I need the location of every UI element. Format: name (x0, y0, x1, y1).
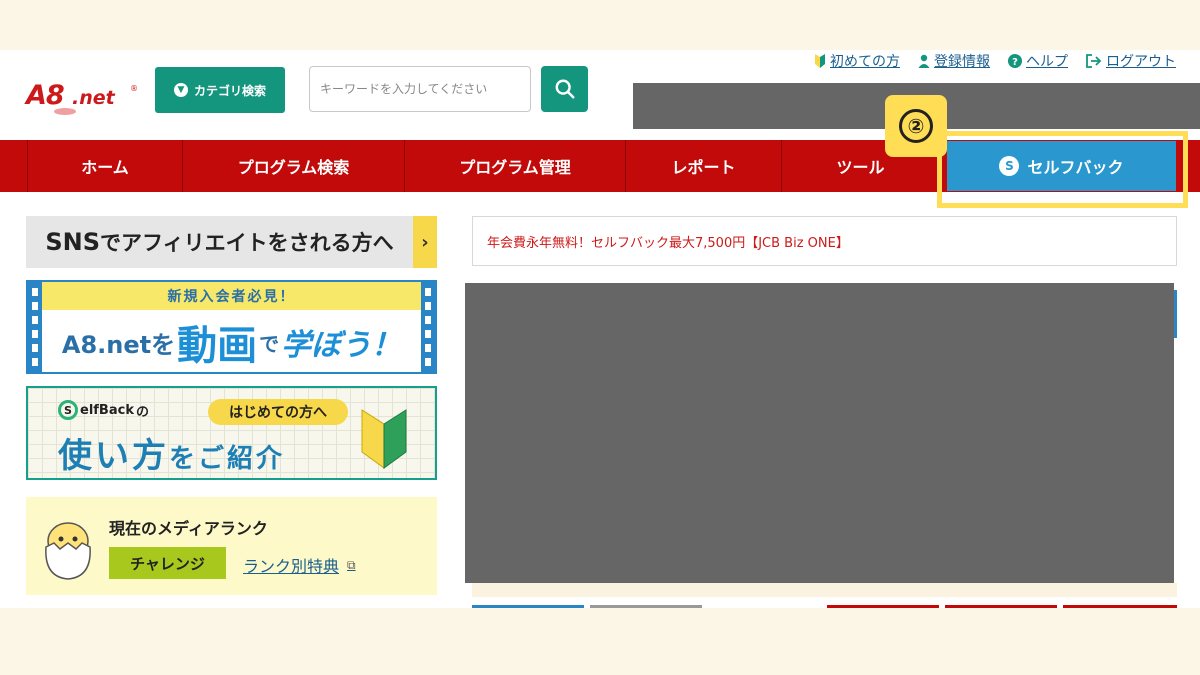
link-logout-label: ログアウト (1106, 54, 1176, 70)
selfback-banner-main: 使い方をご紹介 (58, 428, 285, 477)
video-learning-banner[interactable]: 新規入会者必見！ A8.netを 動画 で 学ぼう！ (26, 280, 437, 374)
link-help[interactable]: ? ヘルプ (1008, 51, 1068, 71)
sns-banner-text: SNSでアフィリエイトをされる方へ (26, 227, 413, 257)
user-icon (918, 54, 930, 68)
selfback-howto-banner[interactable]: S elfBack の はじめての方へ 使い方をご紹介 (26, 386, 437, 480)
nav-program-management-label: プログラム管理 (459, 158, 571, 177)
video-banner-part2: 動画 (177, 323, 258, 369)
video-banner-part4: 学ぼう！ (281, 328, 402, 363)
bottom-tabs (472, 605, 1177, 608)
link-registration-info-label: 登録情報 (934, 54, 990, 70)
selfback-logo-s: S (58, 400, 78, 420)
rank-badge: チャレンジ (109, 547, 226, 579)
media-rank-panel: 現在のメディアランク チャレンジ ランク別特典 ⧉ (26, 497, 437, 595)
logo-text: A8 (26, 80, 65, 111)
video-banner-main: A8.netを 動画 で 学ぼう！ (42, 312, 421, 372)
nav-report[interactable]: レポート (625, 140, 781, 192)
chevron-down-icon: ▼ (173, 83, 188, 97)
nav-tools-label: ツール (836, 158, 885, 177)
rank-title: 現在のメディアランク (109, 519, 268, 538)
page: A8 .net ® ▼ カテゴリ検索 初めての方 登録情報 (0, 50, 1200, 608)
bottom-tab-5[interactable] (1063, 605, 1177, 608)
bottom-tab-4[interactable] (945, 605, 1057, 608)
bottom-tab-2[interactable] (590, 605, 702, 608)
chick-icon (45, 522, 91, 580)
keyword-search-input[interactable] (309, 66, 531, 112)
link-registration-info[interactable]: 登録情報 (918, 51, 990, 71)
rank-benefits-label: ランク別特典 (243, 557, 340, 576)
selfback-banner-main1: 使い方 (58, 436, 169, 476)
nav-home-label: ホーム (81, 158, 129, 177)
nav-home[interactable]: ホーム (27, 140, 182, 192)
external-window-icon: ⧉ (347, 557, 356, 572)
selfback-logo-no: の (135, 404, 149, 420)
selfback-banner-main2: をご紹介 (169, 444, 286, 474)
selfback-beginner-pill: はじめての方へ (208, 399, 348, 425)
sns-banner-label: でアフィリエイトをされる方へ (100, 231, 394, 255)
link-logout[interactable]: ログアウト (1086, 51, 1176, 71)
film-strip-right (421, 282, 435, 372)
selfback-logo: S elfBack の (58, 400, 149, 420)
search-icon (555, 79, 575, 99)
beginner-mark-icon (815, 54, 825, 68)
link-beginners-label: 初めての方 (830, 54, 900, 70)
category-search-button[interactable]: ▼ カテゴリ検索 (155, 67, 285, 113)
video-banner-heading: 新規入会者必見！ (42, 282, 421, 310)
nav-program-management[interactable]: プログラム管理 (404, 140, 625, 192)
nav-report-label: レポート (671, 158, 736, 177)
link-help-label: ヘルプ (1026, 54, 1068, 70)
content-strip (472, 583, 1177, 597)
news-text: 年会費永年無料！セルフバック最大7,500円【JCB Biz ONE】 (487, 235, 849, 251)
link-beginners[interactable]: 初めての方 (814, 51, 900, 71)
step-number: ② (899, 109, 933, 143)
beginner-mark-icon (361, 409, 407, 469)
help-icon: ? (1008, 54, 1022, 68)
nav-selfback[interactable]: S セルフバック (947, 141, 1176, 191)
video-banner-part1: A8.netを (61, 330, 176, 359)
rank-benefits-link[interactable]: ランク別特典 ⧉ (243, 553, 356, 577)
selfback-icon: S (999, 156, 1020, 176)
account-links: 初めての方 登録情報 ? ヘルプ ログアウト (814, 50, 1176, 72)
a8net-logo[interactable]: A8 .net ® (26, 72, 142, 120)
search-button[interactable] (541, 66, 588, 112)
nav-program-search-label: プログラム検索 (237, 158, 350, 177)
video-banner-part3: で (259, 331, 280, 356)
film-strip-left (28, 282, 42, 372)
logo-registered-mark: ® (130, 84, 138, 93)
svg-text:?: ? (1012, 57, 1018, 68)
logo-suffix: .net (72, 87, 115, 109)
step-badge: ② (885, 95, 947, 157)
sns-affiliate-banner[interactable]: SNSでアフィリエイトをされる方へ › (26, 216, 437, 268)
sns-banner-prefix: SNS (45, 228, 101, 256)
bottom-tab-3[interactable] (827, 605, 939, 608)
logo-swoosh (54, 108, 76, 115)
chevron-right-icon: › (413, 216, 437, 268)
redacted-area-main (465, 283, 1174, 583)
news-ticker[interactable]: 年会費永年無料！セルフバック最大7,500円【JCB Biz ONE】 (472, 216, 1177, 266)
nav-selfback-label: セルフバック (1027, 158, 1124, 177)
bottom-tab-1[interactable] (472, 605, 584, 608)
logout-icon (1086, 54, 1102, 68)
category-search-label: カテゴリ検索 (193, 83, 266, 98)
nav-program-search[interactable]: プログラム検索 (182, 140, 404, 192)
selfback-logo-text: elfBack (80, 402, 134, 418)
